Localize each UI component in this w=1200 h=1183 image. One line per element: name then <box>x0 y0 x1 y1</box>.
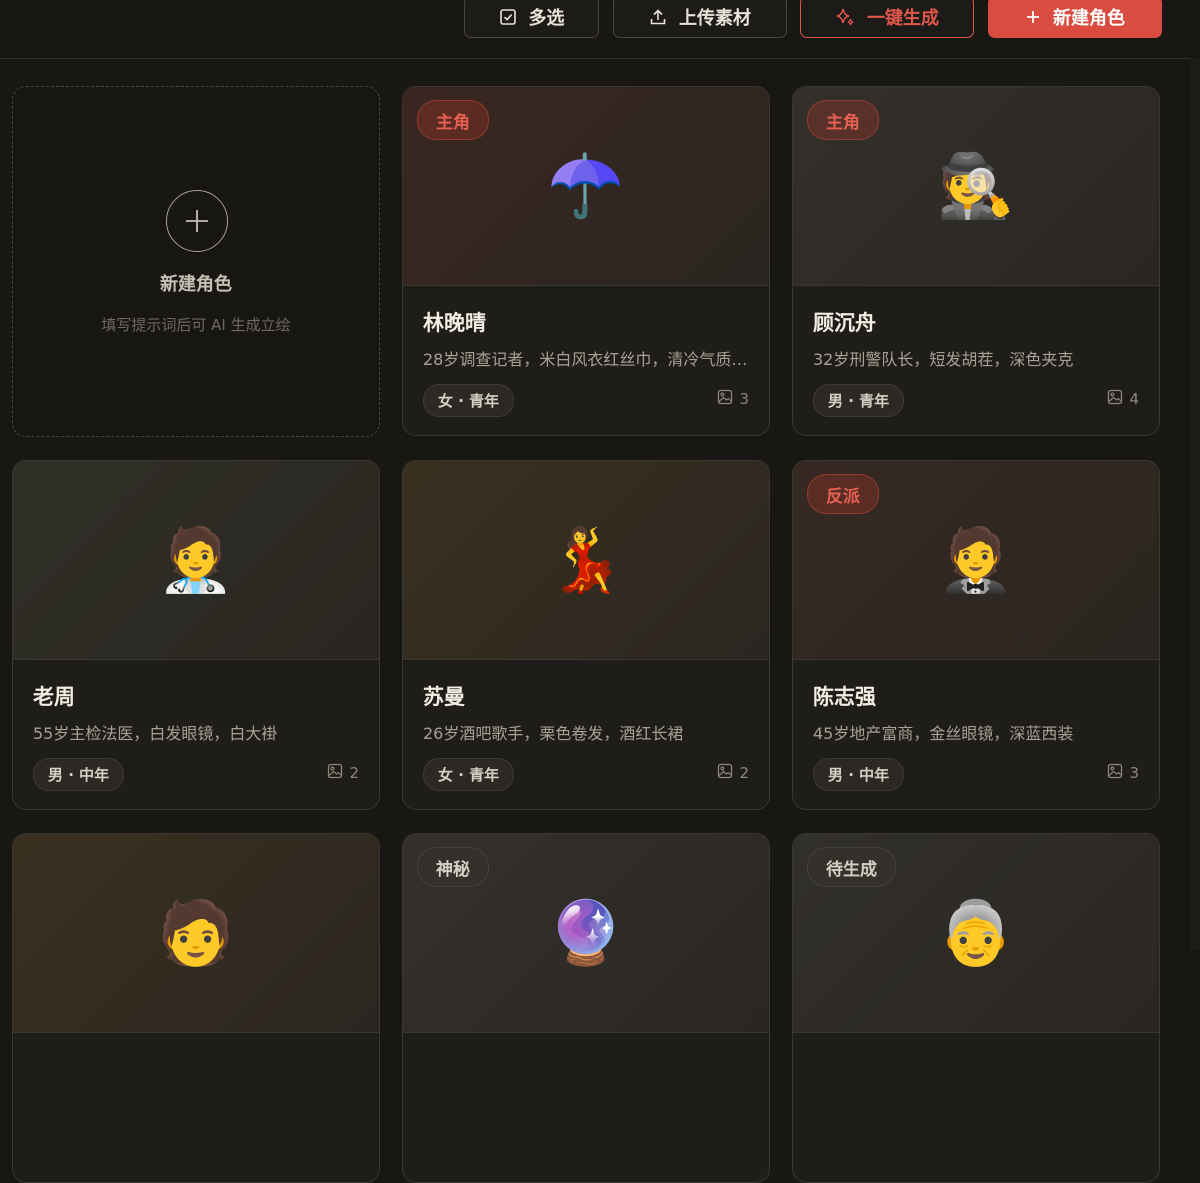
new-character-label: 新建角色 <box>1053 8 1125 29</box>
image-count: 3 <box>1107 763 1139 783</box>
character-card[interactable]: 主角 ☂️ 林晚晴 28岁调查记者，米白风衣红丝巾，清冷气质，短发利落女 · 青年 3 <box>402 86 770 436</box>
role-badge: 反派 <box>807 474 879 514</box>
character-card[interactable]: 主角 🕵️ 顾沉舟 32岁刑警队长，短发胡茬，深色夹克男 · 青年 4 <box>792 86 1160 436</box>
image-icon <box>1107 763 1129 783</box>
multi-select-button[interactable]: 多选 <box>464 0 599 38</box>
plus-circle-icon <box>166 190 228 252</box>
character-desc: 28岁调查记者，米白风衣红丝巾，清冷气质，短发利落 <box>423 350 753 369</box>
character-cover: 待生成 👵 <box>793 834 1159 1033</box>
image-count-value: 3 <box>739 390 749 408</box>
dancer-icon: 💃 <box>547 523 625 596</box>
scrollbar[interactable] <box>1190 58 1200 950</box>
detective-icon: 🕵️ <box>937 149 1015 222</box>
character-tag: 男 · 中年 <box>33 758 125 791</box>
image-count-value: 4 <box>1129 390 1139 408</box>
doctor-icon: 🧑‍⚕️ <box>157 523 235 596</box>
character-desc: 32岁刑警队长，短发胡茬，深色夹克 <box>813 350 1074 369</box>
role-badge: 主角 <box>807 100 879 140</box>
character-tag: 女 · 青年 <box>423 384 515 417</box>
new-card-title: 新建角色 <box>160 274 232 295</box>
umbrella-icon: ☂️ <box>547 149 625 222</box>
character-name: 顾沉舟 <box>813 310 876 335</box>
plus-icon <box>1025 9 1041 25</box>
image-count: 2 <box>327 763 359 783</box>
character-card[interactable]: 反派 🤵 陈志强 45岁地产富商，金丝眼镜，深蓝西装男 · 中年 3 <box>792 460 1160 810</box>
generate-label: 一键生成 <box>867 8 939 29</box>
character-card[interactable]: 💃 苏曼 26岁酒吧歌手，栗色卷发，酒红长裙女 · 青年 2 <box>402 460 770 810</box>
new-character-button[interactable]: 新建角色 <box>988 0 1162 38</box>
role-badge: 待生成 <box>807 847 896 887</box>
upload-icon <box>649 8 667 26</box>
character-card[interactable]: 神秘 🔮 <box>402 833 770 1183</box>
toolbar: 多选 上传素材 一键生成 新建角色 <box>0 0 1200 59</box>
character-cover: 反派 🤵 <box>793 461 1159 660</box>
checkbox-icon <box>499 8 517 26</box>
character-name: 陈志强 <box>813 684 876 709</box>
person-icon: 🧑 <box>157 896 235 969</box>
image-count: 3 <box>717 389 749 409</box>
image-count-value: 2 <box>739 764 749 782</box>
tuxedo-icon: 🤵 <box>937 523 1015 596</box>
crystal-ball-icon: 🔮 <box>547 896 625 969</box>
character-tag: 男 · 青年 <box>813 384 905 417</box>
character-desc: 45岁地产富商，金丝眼镜，深蓝西装 <box>813 724 1074 743</box>
character-card[interactable]: 待生成 👵 <box>792 833 1160 1183</box>
image-count: 4 <box>1107 389 1139 409</box>
image-icon <box>1107 389 1129 409</box>
sparkle-icon <box>835 7 855 27</box>
role-badge: 主角 <box>417 100 489 140</box>
elderly-woman-icon: 👵 <box>937 896 1015 969</box>
character-desc: 55岁主检法医，白发眼镜，白大褂 <box>33 724 278 743</box>
new-card-hint: 填写提示词后可 AI 生成立绘 <box>101 316 291 334</box>
character-cover: 主角 ☂️ <box>403 87 769 286</box>
multi-select-label: 多选 <box>528 8 565 29</box>
character-name: 老周 <box>33 684 75 709</box>
character-card[interactable]: 🧑 <box>12 833 380 1183</box>
character-name: 苏曼 <box>423 684 465 709</box>
character-tag: 女 · 青年 <box>423 758 515 791</box>
character-cover: 💃 <box>403 461 769 660</box>
upload-button[interactable]: 上传素材 <box>613 0 787 38</box>
image-count-value: 2 <box>349 764 359 782</box>
character-tag: 男 · 中年 <box>813 758 905 791</box>
image-icon <box>717 389 739 409</box>
role-badge: 神秘 <box>417 847 489 887</box>
image-count: 2 <box>717 763 749 783</box>
character-cover: 神秘 🔮 <box>403 834 769 1033</box>
image-icon <box>327 763 349 783</box>
generate-button[interactable]: 一键生成 <box>800 0 974 38</box>
image-icon <box>717 763 739 783</box>
upload-label: 上传素材 <box>679 8 751 29</box>
character-name: 林晚晴 <box>423 310 486 335</box>
character-card[interactable]: 🧑‍⚕️ 老周 55岁主检法医，白发眼镜，白大褂男 · 中年 2 <box>12 460 380 810</box>
character-desc: 26岁酒吧歌手，栗色卷发，酒红长裙 <box>423 724 684 743</box>
character-cover: 🧑‍⚕️ <box>13 461 379 660</box>
new-character-card[interactable]: 新建角色 填写提示词后可 AI 生成立绘 <box>12 86 380 437</box>
character-cover: 🧑 <box>13 834 379 1033</box>
character-cover: 主角 🕵️ <box>793 87 1159 286</box>
image-count-value: 3 <box>1129 764 1139 782</box>
